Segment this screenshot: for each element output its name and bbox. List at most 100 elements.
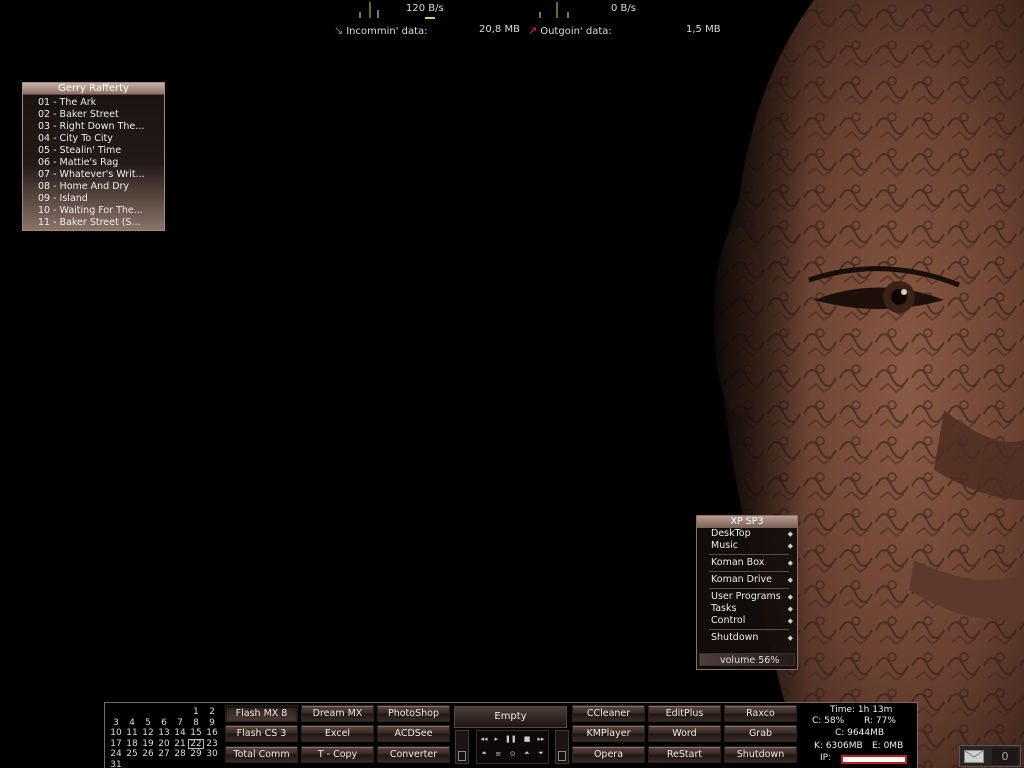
playlist-track[interactable]: 11 - Baker Street (S... (38, 217, 163, 229)
flash-mx-8-button[interactable]: Flash MX 8 (225, 705, 298, 722)
calendar-day: 11 (126, 728, 138, 738)
rewind-icon[interactable]: ◂◂ (481, 735, 488, 743)
seek-slider[interactable] (455, 730, 469, 764)
menu-item-koman-box[interactable]: Koman Box ◆ (697, 557, 797, 569)
menu-item-label: Music (711, 540, 739, 551)
acdsee-button[interactable]: ACDSee (377, 725, 450, 742)
submenu-arrow-icon: ◆ (787, 530, 793, 538)
editplus-button[interactable]: EditPlus (648, 705, 721, 722)
submenu-arrow-icon: ◆ (787, 576, 793, 584)
kmplayer-button[interactable]: KMPlayer (572, 725, 645, 742)
calendar-day (140, 760, 156, 768)
menu-item-user-programs[interactable]: User Programs ◆ (697, 591, 797, 603)
menu-item-tasks[interactable]: Tasks ◆ (697, 603, 797, 615)
converter-button[interactable]: Converter (377, 746, 450, 763)
menu-item-label: User Programs (711, 591, 781, 602)
volume-slot[interactable] (555, 730, 569, 764)
calendar-day: 13 (158, 728, 170, 738)
calendar-day: 6 (161, 717, 167, 728)
shutdown-button[interactable]: Shutdown (724, 746, 797, 763)
upload-graph (539, 2, 569, 18)
excel-button[interactable]: Excel (301, 725, 374, 742)
pause-icon[interactable]: ❚❚ (505, 735, 517, 743)
calendar-day: 17 (110, 738, 122, 749)
dream-mx-button[interactable]: Dream MX (301, 705, 374, 722)
menu-item-label: Control (711, 615, 746, 626)
calendar-day: 3 (113, 717, 119, 728)
slider-knob[interactable] (558, 751, 566, 761)
stop-icon[interactable]: ■ (524, 735, 531, 743)
submenu-arrow-icon: ◆ (787, 542, 793, 550)
flash-cs3-button[interactable]: Flash CS 3 (225, 725, 298, 742)
menu-title: XP SP3 (697, 516, 797, 528)
calendar-day (188, 760, 204, 768)
calendar-day: 21 (174, 738, 186, 749)
submenu-arrow-icon: ◆ (787, 605, 793, 613)
launcher-menu: XP SP3 DeskTop ◆ Music ◆ Koman Box ◆ Koman … (696, 515, 798, 670)
raxco-button[interactable]: Raxco (724, 705, 797, 722)
playlist-track[interactable]: 09 - Island (38, 193, 163, 205)
incoming-arrow-icon: ↘ (334, 24, 344, 37)
calendar-week-row: 12 (108, 707, 220, 718)
submenu-arrow-icon: ◆ (787, 617, 793, 625)
menu-divider (709, 629, 789, 630)
t-copy-button[interactable]: T - Copy (301, 746, 374, 763)
restart-button[interactable]: ReStart (648, 746, 721, 763)
photoshop-button[interactable]: PhotoShop (377, 705, 450, 722)
calendar-day: 4 (129, 717, 135, 728)
menu-item-desktop[interactable]: DeskTop ◆ (697, 528, 797, 540)
calendar-day: 19 (142, 738, 154, 749)
disk-k-free: K: 6306MB (814, 741, 863, 751)
menu-item-control[interactable]: Control ◆ (697, 615, 797, 627)
calendar-day: 30 (206, 749, 218, 759)
playlist-track[interactable]: 03 - Right Down The... (38, 121, 163, 133)
calendar-day: 18 (126, 738, 138, 749)
total-comm-button[interactable]: Total Comm (225, 746, 298, 763)
volume-up-icon[interactable]: ⏶ (524, 749, 530, 758)
grab-button[interactable]: Grab (724, 725, 797, 742)
calendar-week-row: 31 (108, 760, 220, 768)
menu-divider (709, 571, 789, 572)
playlist-track[interactable]: 01 - The Ark (38, 97, 163, 109)
menu-item-label: Shutdown (711, 632, 759, 643)
playlist-track[interactable]: 08 - Home And Dry (38, 181, 163, 193)
playlist-track[interactable]: 02 - Baker Street (38, 109, 163, 121)
calendar-day: 26 (142, 749, 154, 759)
calendar-day: 31 (110, 759, 122, 768)
calendar-day (156, 760, 172, 768)
settings-icon[interactable]: ⊙ (510, 750, 516, 758)
menu-item-shutdown[interactable]: Shutdown ◆ (697, 632, 797, 644)
menu-divider (709, 554, 789, 555)
outgoing-label: Outgoin' data: (540, 26, 612, 37)
playlist-track[interactable]: 04 - City To City (38, 133, 163, 145)
menu-item-label: Koman Drive (711, 574, 773, 585)
calendar-day: 25 (126, 749, 138, 759)
playlist-icon[interactable]: ≡ (495, 750, 501, 758)
volume-value: 56% (758, 655, 780, 666)
calendar-day (124, 707, 140, 718)
slider-knob[interactable] (458, 751, 466, 761)
ccleaner-button[interactable]: CCleaner (572, 705, 645, 722)
calendar-day: 24 (110, 749, 122, 759)
calendar: 1 2 3 4 5 6 7 8 9 10 11 12 13 14 15 16 17 18 19 20 21 22 23 24 2… (108, 707, 220, 768)
bottom-dock: 1 2 3 4 5 6 7 8 9 10 11 12 13 14 15 16 17 18 19 20 21 22 23 24 2… (104, 702, 918, 768)
calendar-week-row: 3456789 (108, 718, 220, 729)
playlist-track[interactable]: 05 - Stealin' Time (38, 145, 163, 157)
fast-forward-icon[interactable]: ▸▸ (537, 735, 544, 743)
eject-icon[interactable]: ⏶ (481, 749, 487, 758)
playlist-track[interactable]: 06 - Mattie's Rag (38, 157, 163, 169)
volume-slider[interactable]: volume 56% (699, 653, 795, 666)
menu-item-music[interactable]: Music ◆ (697, 540, 797, 552)
volume-down-icon[interactable]: ⏷ (538, 749, 544, 758)
calendar-day: 12 (142, 728, 154, 738)
play-icon[interactable]: ▸ (495, 735, 499, 743)
incoming-value: 20,8 MB (479, 24, 520, 35)
playlist-track[interactable]: 10 - Waiting For The... (38, 205, 163, 217)
menu-item-label: DeskTop (711, 528, 751, 539)
mail-notifier[interactable]: 0 (959, 745, 1021, 767)
cpu-usage: C: 58% (812, 716, 845, 726)
word-button[interactable]: Word (648, 725, 721, 742)
menu-item-koman-drive[interactable]: Koman Drive ◆ (697, 574, 797, 586)
playlist-track[interactable]: 07 - Whatever's Writ... (38, 169, 163, 181)
opera-button[interactable]: Opera (572, 746, 645, 763)
